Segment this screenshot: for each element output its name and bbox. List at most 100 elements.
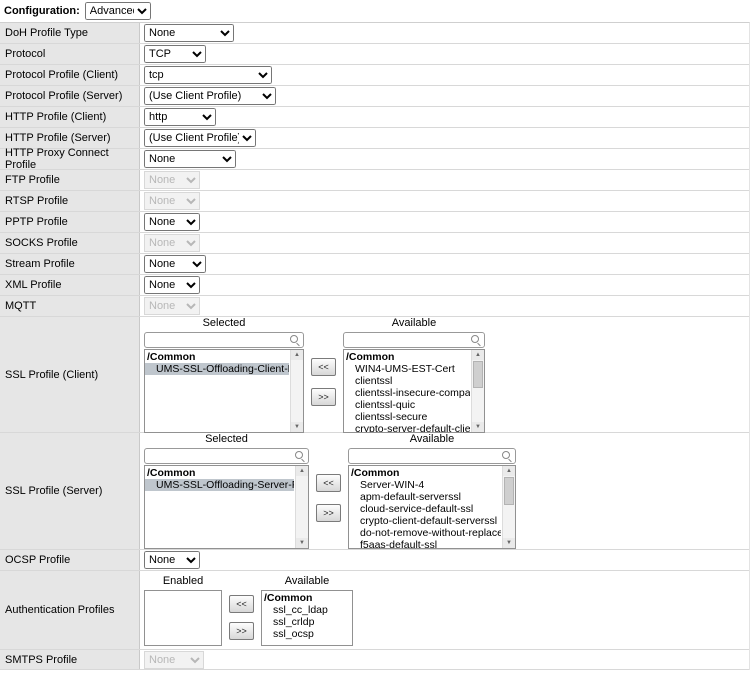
field-label: SMTPS Profile bbox=[0, 650, 140, 669]
scrollbar[interactable]: ▲ ▼ bbox=[502, 466, 515, 548]
ssl-client-selected-list[interactable]: /Common UMS-SSL-Offloading-Client-Profil… bbox=[144, 349, 304, 433]
list-item[interactable]: f5aas-default-ssl bbox=[349, 539, 501, 549]
http-profile-server-select[interactable]: (Use Client Profile) bbox=[144, 129, 256, 147]
move-left-button[interactable]: << bbox=[311, 358, 336, 376]
protocol-profile-server-select[interactable]: (Use Client Profile) bbox=[144, 87, 276, 105]
scroll-up-icon[interactable]: ▲ bbox=[472, 350, 484, 360]
pptp-profile-select[interactable]: None bbox=[144, 213, 200, 231]
list-item[interactable]: ssl_cc_ldap bbox=[262, 604, 350, 616]
stream-profile-select[interactable]: None bbox=[144, 255, 206, 273]
search-icon bbox=[295, 451, 303, 459]
scroll-up-icon[interactable]: ▲ bbox=[296, 466, 308, 476]
field-label: XML Profile bbox=[0, 275, 140, 295]
row-authentication-profiles: Authentication Profiles Enabled << >> Av… bbox=[0, 571, 749, 650]
list-item[interactable]: clientssl-secure bbox=[344, 411, 470, 423]
scroll-down-icon[interactable]: ▼ bbox=[291, 422, 303, 432]
scrollbar[interactable]: ▲ ▼ bbox=[295, 466, 308, 548]
row-ssl-profile-server: SSL Profile (Server) Selected /Common UM… bbox=[0, 433, 749, 550]
list-item[interactable]: cloud-service-default-ssl bbox=[349, 503, 501, 515]
configuration-select[interactable]: Advanced bbox=[85, 2, 151, 20]
list-item[interactable]: UMS-SSL-Offloading-Client-Profile bbox=[145, 363, 289, 375]
search-input[interactable] bbox=[144, 332, 304, 348]
http-proxy-connect-profile-select[interactable]: None bbox=[144, 150, 236, 168]
list-group-label: /Common bbox=[145, 467, 294, 479]
row-rtsp-profile: RTSP Profile None bbox=[0, 191, 749, 212]
field-label: SSL Profile (Client) bbox=[0, 317, 140, 432]
row-pptp-profile: PPTP Profile None bbox=[0, 212, 749, 233]
scrollbar-track[interactable] bbox=[503, 476, 515, 538]
scrollbar-thumb[interactable] bbox=[504, 477, 514, 505]
list-group-label: /Common bbox=[344, 351, 470, 363]
scrollbar-thumb[interactable] bbox=[473, 361, 483, 389]
list-item[interactable]: UMS-SSL-Offloading-Server-Profile bbox=[145, 479, 294, 491]
available-header: Available bbox=[343, 317, 485, 332]
scrollbar[interactable]: ▲ ▼ bbox=[471, 350, 484, 432]
row-xml-profile: XML Profile None bbox=[0, 275, 749, 296]
scroll-down-icon[interactable]: ▼ bbox=[296, 538, 308, 548]
scroll-up-icon[interactable]: ▲ bbox=[291, 350, 303, 360]
list-item[interactable]: crypto-server-default-clientssl bbox=[344, 423, 470, 433]
available-header: Available bbox=[261, 575, 353, 590]
search-input[interactable] bbox=[348, 448, 516, 464]
ssl-server-available-list[interactable]: /Common Server-WIN-4 apm-default-servers… bbox=[348, 465, 516, 549]
row-ftp-profile: FTP Profile None bbox=[0, 170, 749, 191]
search-input[interactable] bbox=[144, 448, 309, 464]
virtual-server-configuration-page: Configuration: Advanced DoH Profile Type… bbox=[0, 0, 750, 673]
scrollbar-track[interactable] bbox=[291, 360, 303, 422]
list-item[interactable]: apm-default-serverssl bbox=[349, 491, 501, 503]
field-label: Stream Profile bbox=[0, 254, 140, 274]
move-right-button[interactable]: >> bbox=[311, 388, 336, 406]
auth-available-list[interactable]: /Common ssl_cc_ldap ssl_crldp ssl_ocsp bbox=[261, 590, 353, 646]
ssl-server-selected-list[interactable]: /Common UMS-SSL-Offloading-Server-Profil… bbox=[144, 465, 309, 549]
scrollbar[interactable]: ▲ ▼ bbox=[290, 350, 303, 432]
configuration-label: Configuration: bbox=[4, 5, 80, 17]
list-item[interactable]: clientssl bbox=[344, 375, 470, 387]
search-icon bbox=[290, 335, 298, 343]
configuration-bar: Configuration: Advanced bbox=[0, 0, 750, 22]
ocsp-profile-select[interactable]: None bbox=[144, 551, 200, 569]
scroll-down-icon[interactable]: ▼ bbox=[503, 538, 515, 548]
enabled-header: Enabled bbox=[144, 575, 222, 590]
list-item[interactable]: Server-WIN-4 bbox=[349, 479, 501, 491]
search-input[interactable] bbox=[343, 332, 485, 348]
move-left-button[interactable]: << bbox=[316, 474, 341, 492]
field-label: PPTP Profile bbox=[0, 212, 140, 232]
list-item[interactable]: clientssl-insecure-compatible bbox=[344, 387, 470, 399]
move-left-button[interactable]: << bbox=[229, 595, 254, 613]
list-item[interactable]: WIN4-UMS-EST-Cert bbox=[344, 363, 470, 375]
selected-header: Selected bbox=[144, 433, 309, 448]
auth-enabled-list[interactable] bbox=[144, 590, 222, 646]
row-http-proxy-connect-profile: HTTP Proxy Connect Profile None bbox=[0, 149, 749, 170]
field-label: Protocol bbox=[0, 44, 140, 64]
list-item[interactable]: ssl_ocsp bbox=[262, 628, 350, 640]
mqtt-profile-select: None bbox=[144, 297, 200, 315]
doh-profile-type-select[interactable]: None bbox=[144, 24, 234, 42]
protocol-profile-client-select[interactable]: tcp bbox=[144, 66, 272, 84]
socks-profile-select: None bbox=[144, 234, 200, 252]
list-item[interactable]: do-not-remove-without-replacement bbox=[349, 527, 501, 539]
field-label: HTTP Proxy Connect Profile bbox=[0, 149, 140, 169]
field-label: FTP Profile bbox=[0, 170, 140, 190]
http-profile-client-select[interactable]: http bbox=[144, 108, 216, 126]
scroll-down-icon[interactable]: ▼ bbox=[472, 422, 484, 432]
list-group-label: /Common bbox=[145, 351, 289, 363]
ssl-client-available-list[interactable]: /Common WIN4-UMS-EST-Cert clientssl clie… bbox=[343, 349, 485, 433]
row-socks-profile: SOCKS Profile None bbox=[0, 233, 749, 254]
field-label: DoH Profile Type bbox=[0, 23, 140, 43]
scroll-up-icon[interactable]: ▲ bbox=[503, 466, 515, 476]
list-group-label: /Common bbox=[262, 592, 350, 604]
protocol-select[interactable]: TCP bbox=[144, 45, 206, 63]
list-item[interactable]: clientssl-quic bbox=[344, 399, 470, 411]
scrollbar-track[interactable] bbox=[296, 476, 308, 538]
move-right-button[interactable]: >> bbox=[229, 622, 254, 640]
selected-header: Selected bbox=[144, 317, 304, 332]
scrollbar-track[interactable] bbox=[472, 360, 484, 422]
available-header: Available bbox=[348, 433, 516, 448]
row-smtps-profile: SMTPS Profile None bbox=[0, 650, 749, 670]
field-label: OCSP Profile bbox=[0, 550, 140, 570]
xml-profile-select[interactable]: None bbox=[144, 276, 200, 294]
list-item[interactable]: crypto-client-default-serverssl bbox=[349, 515, 501, 527]
row-protocol: Protocol TCP bbox=[0, 44, 749, 65]
move-right-button[interactable]: >> bbox=[316, 504, 341, 522]
list-item[interactable]: ssl_crldp bbox=[262, 616, 350, 628]
